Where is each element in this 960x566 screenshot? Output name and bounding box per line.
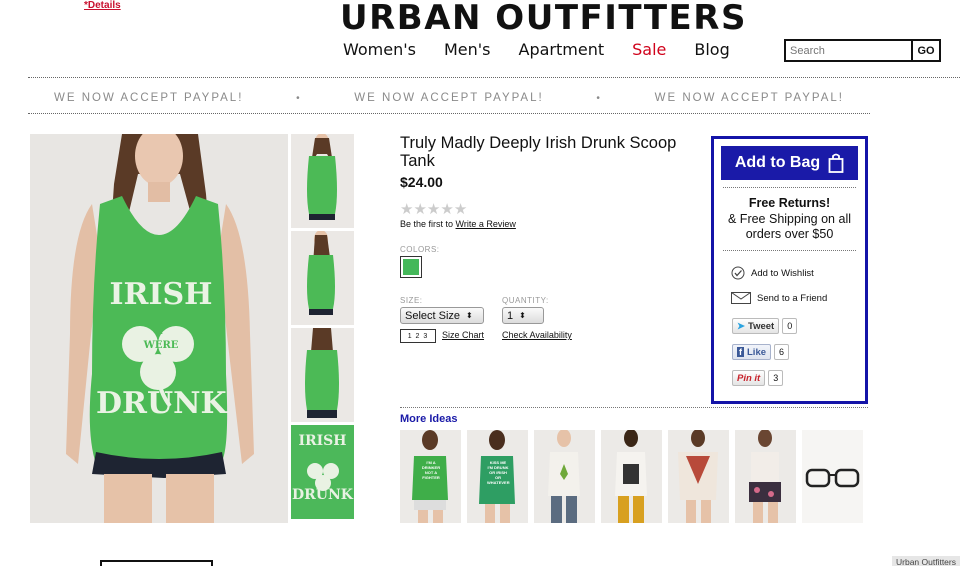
twitter-bird-icon: ➤ xyxy=(737,320,745,332)
tweet-button[interactable]: ➤ Tweet xyxy=(732,318,780,334)
color-swatch-green[interactable] xyxy=(400,256,422,278)
nav-mens[interactable]: Men's xyxy=(444,40,491,59)
promo-text: WE NOW ACCEPT PAYPAL! xyxy=(354,92,544,104)
idea-shirt-text: KISS ME I'M DRUNK OR IRISH OR WHATEVER xyxy=(487,460,510,485)
tweet-widget: ➤ Tweet 0 xyxy=(732,318,798,334)
tweet-label: Tweet xyxy=(747,320,775,332)
idea-item-glasses[interactable] xyxy=(802,430,863,523)
tweet-count: 0 xyxy=(782,318,798,334)
pin-it-button[interactable]: Pin it xyxy=(732,370,766,386)
idea-item-graphic-tank[interactable] xyxy=(601,430,662,523)
search-bar: GO xyxy=(784,39,941,62)
wishlist-label: Add to Wishlist xyxy=(751,267,814,279)
product-main-image[interactable]: IRISH I WERE DRUNK xyxy=(30,134,288,523)
shopping-bag-icon xyxy=(828,153,844,173)
star-icon: ★ xyxy=(400,201,414,218)
free-shipping-text: & Free Shipping on all orders over $50 xyxy=(728,212,851,241)
promo-text: WE NOW ACCEPT PAYPAL! xyxy=(654,92,844,104)
write-review-link[interactable]: Write a Review xyxy=(456,219,516,229)
pin-widget: Pin it 3 xyxy=(732,370,784,386)
panel-divider xyxy=(723,250,856,251)
shirt-text-irish: IRISH xyxy=(109,277,213,312)
star-icon: ★ xyxy=(440,201,454,218)
facebook-icon: f xyxy=(737,347,744,357)
like-label: Like xyxy=(747,346,767,358)
nav-apartment[interactable]: Apartment xyxy=(519,40,605,59)
add-to-bag-label: Add to Bag xyxy=(734,154,821,171)
thumbnail-front[interactable] xyxy=(291,134,354,228)
more-ideas-list: I'M A DRINKER NOT A FIGHTER KISS ME I'M … xyxy=(400,430,863,523)
promo-banner: WE NOW ACCEPT PAYPAL! • WE NOW ACCEPT PA… xyxy=(28,84,870,112)
shirt-text-were: WERE xyxy=(143,340,179,351)
send-to-friend[interactable]: Send to a Friend xyxy=(731,292,827,304)
footer-box xyxy=(100,560,213,566)
pin-count: 3 xyxy=(768,370,784,386)
check-availability-link[interactable]: Check Availability xyxy=(502,330,572,340)
thumb-text-drunk: DRUNK xyxy=(292,487,353,503)
purchase-panel: Add to Bag Free Returns! & Free Shipping… xyxy=(711,136,868,404)
image-credit: Urban Outfitters xyxy=(892,556,960,566)
size-select[interactable]: Select Size ⬍ xyxy=(400,307,484,324)
like-count: 6 xyxy=(774,344,790,360)
review-prefix: Be the first to xyxy=(400,219,456,229)
idea-item-leaf-tank[interactable] xyxy=(534,430,595,523)
star-icon: ★ xyxy=(413,201,427,218)
quantity-select-value: 1 xyxy=(507,309,514,322)
thumbnail-list: IRISH DRUNK xyxy=(291,134,354,522)
main-nav: Women's Men's Apartment Sale Blog xyxy=(343,40,730,59)
idea-item-printed-tee[interactable] xyxy=(668,430,729,523)
panel-divider xyxy=(723,187,856,188)
add-to-wishlist[interactable]: Add to Wishlist xyxy=(731,266,814,280)
star-icon: ★ xyxy=(426,201,441,218)
header-divider xyxy=(28,77,960,78)
more-ideas-divider xyxy=(400,407,868,408)
promo-text: WE NOW ACCEPT PAYPAL! xyxy=(54,92,244,104)
select-arrows-icon: ⬍ xyxy=(519,311,526,320)
promo-separator: • xyxy=(596,92,602,104)
quantity-label: QUANTITY: xyxy=(502,296,549,305)
ruler-icon[interactable]: 1 2 3 xyxy=(400,329,436,343)
shirt-text-drunk: DRUNK xyxy=(96,386,227,421)
product-title: Truly Madly Deeply Irish Drunk Scoop Tan… xyxy=(400,134,677,170)
search-input[interactable] xyxy=(786,41,911,60)
thumbnail-back[interactable] xyxy=(291,328,354,422)
star-icon: ★ xyxy=(453,201,468,218)
like-widget: f Like 6 xyxy=(732,344,790,360)
pin-it-label: Pin it xyxy=(737,372,761,384)
envelope-icon xyxy=(731,292,751,304)
nav-blog[interactable]: Blog xyxy=(694,40,729,59)
select-arrows-icon: ⬍ xyxy=(466,311,473,320)
site-logo[interactable]: URBAN OUTFITTERS xyxy=(340,0,747,38)
thumbnail-side[interactable] xyxy=(291,231,354,325)
checkmark-circle-icon xyxy=(731,266,745,280)
rating-stars[interactable]: ★★★★★ xyxy=(400,200,467,218)
thumb-text-irish: IRISH xyxy=(298,433,347,449)
idea-item-kiss-me-tee[interactable]: KISS ME I'M DRUNK OR IRISH OR WHATEVER xyxy=(467,430,528,523)
size-label: SIZE: xyxy=(400,296,423,305)
product-price: $24.00 xyxy=(400,174,443,190)
size-chart-link[interactable]: Size Chart xyxy=(442,330,484,340)
idea-shirt-text: I'M A DRINKER NOT A FIGHTER xyxy=(421,460,441,480)
thumbnail-detail[interactable]: IRISH DRUNK xyxy=(291,425,354,519)
nav-womens[interactable]: Women's xyxy=(343,40,416,59)
idea-item-floral-shorts[interactable] xyxy=(735,430,796,523)
idea-item-drinker-tee[interactable]: I'M A DRINKER NOT A FIGHTER xyxy=(400,430,461,523)
search-go-button[interactable]: GO xyxy=(911,41,939,60)
add-to-bag-button[interactable]: Add to Bag xyxy=(721,146,858,180)
review-prompt: Be the first to Write a Review xyxy=(400,219,516,229)
promo-separator: • xyxy=(296,92,302,104)
promo-divider xyxy=(28,113,870,114)
more-ideas-heading: More Ideas xyxy=(400,413,458,425)
colors-label: COLORS: xyxy=(400,245,440,254)
quantity-select[interactable]: 1 ⬍ xyxy=(502,307,544,324)
like-button[interactable]: f Like xyxy=(732,344,772,360)
send-friend-label: Send to a Friend xyxy=(757,292,828,304)
nav-sale[interactable]: Sale xyxy=(632,40,666,59)
size-select-value: Select Size xyxy=(405,309,461,322)
free-returns-text: Free Returns! xyxy=(748,196,831,210)
shirt-text-i: I xyxy=(158,327,164,337)
details-link[interactable]: *Details xyxy=(84,0,121,11)
